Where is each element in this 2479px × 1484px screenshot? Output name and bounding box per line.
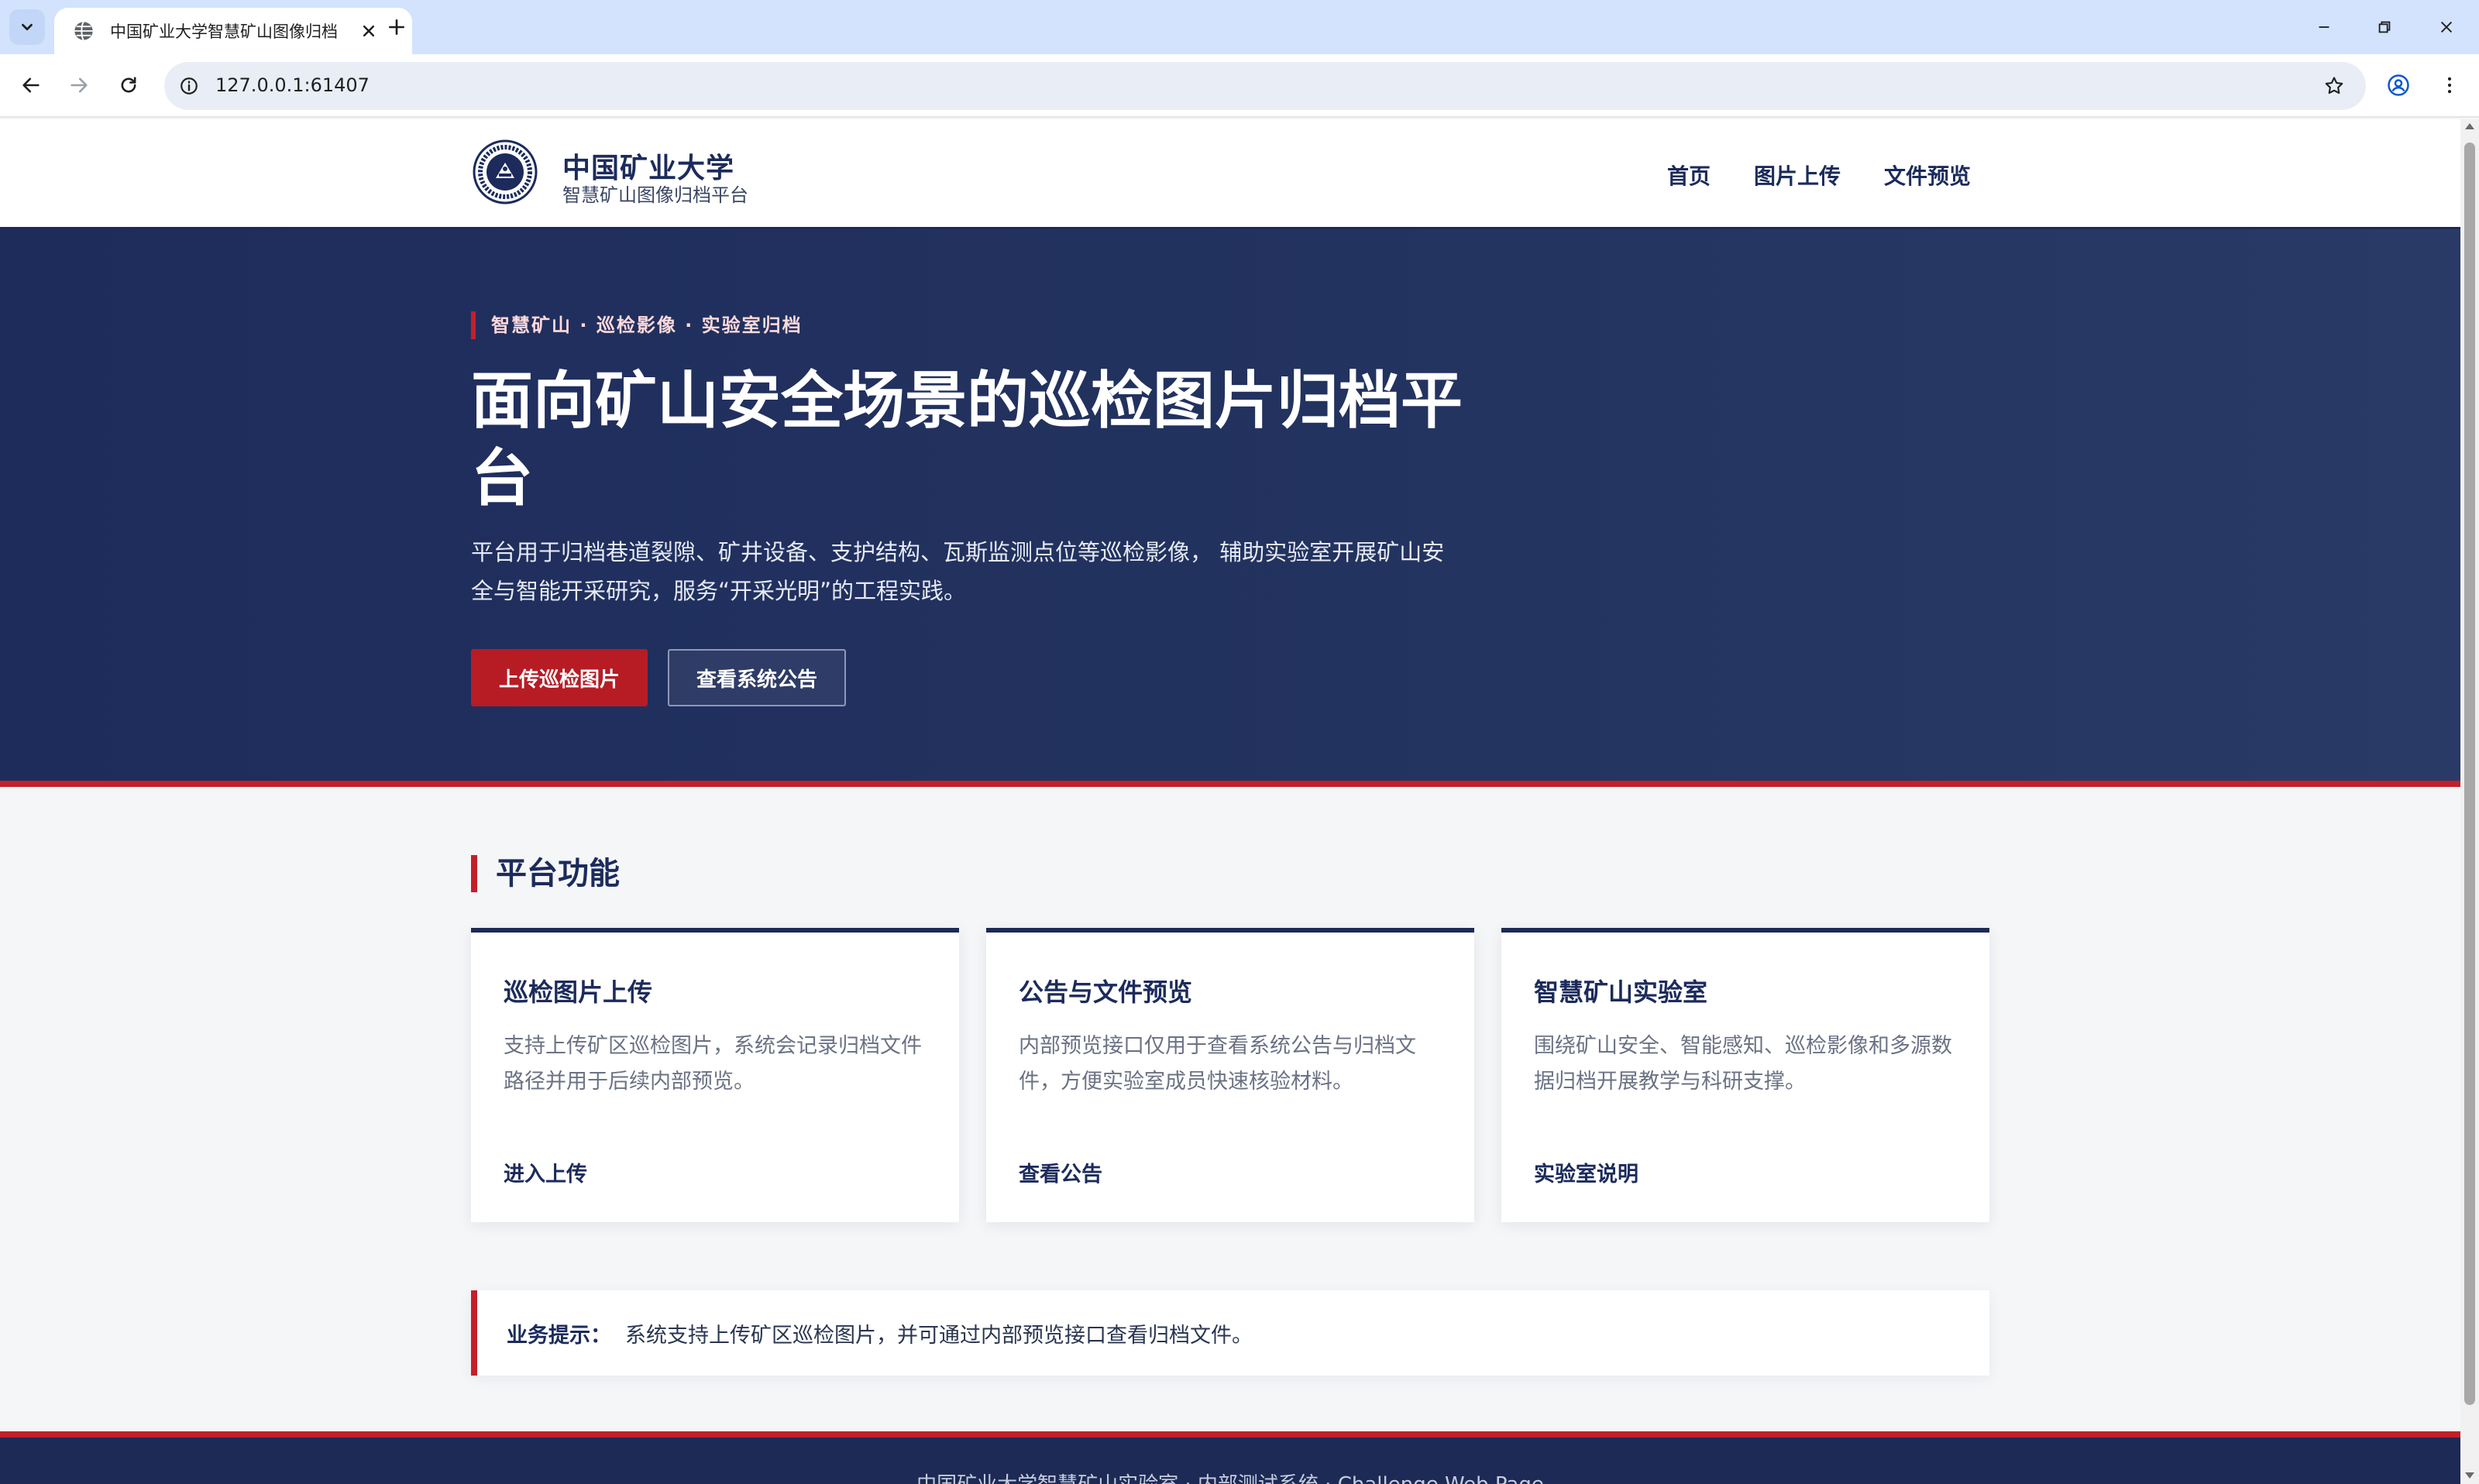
browser-tab-strip: 中国矿业大学智慧矿山图像归档	[0, 0, 2479, 54]
university-logo[interactable]	[473, 139, 538, 204]
globe-icon	[74, 21, 93, 41]
profile-icon	[2388, 74, 2409, 96]
browser-tab-active[interactable]: 中国矿业大学智慧矿山图像归档	[54, 8, 412, 54]
tab-search-button[interactable]	[9, 9, 45, 45]
page-scrollbar[interactable]	[2460, 119, 2479, 1484]
card-description: 支持上传矿区巡检图片，系统会记录归档文件路径并用于后续内部预览。	[504, 1034, 922, 1094]
site-footer: 中国矿业大学智慧矿山实验室 · 内部测试系统 · Challenge Web P…	[0, 1431, 2460, 1484]
browser-menu-button[interactable]	[2431, 67, 2468, 104]
card-description: 围绕矿山安全、智能感知、巡检影像和多源数据归档开展教学与科研支撑。	[1534, 1034, 1952, 1094]
card-title: 公告与文件预览	[1019, 977, 1193, 1007]
new-tab-button[interactable]	[380, 13, 414, 41]
upload-images-button[interactable]: 上传巡检图片	[471, 649, 648, 706]
restore-icon	[2378, 21, 2391, 33]
nav-image-upload[interactable]: 图片上传	[1754, 160, 1841, 191]
profile-button[interactable]	[2380, 67, 2417, 104]
reload-button[interactable]	[110, 67, 147, 104]
address-bar[interactable]: 127.0.0.1:61407	[164, 62, 2366, 110]
card-link-announcement[interactable]: 查看公告	[1019, 1157, 1102, 1187]
notice-text: 系统支持上传矿区巡检图片，并可通过内部预览接口查看归档文件。	[625, 1323, 1253, 1348]
hero-description: 平台用于归档巷道裂隙、矿井设备、支护结构、瓦斯监测点位等巡检影像， 辅助实验室开…	[471, 539, 1445, 604]
site-header: 中国矿业大学 智慧矿山图像归档平台 首页 图片上传 文件预览	[0, 119, 2460, 229]
tab-title: 中国矿业大学智慧矿山图像归档	[110, 22, 338, 41]
minimize-icon	[2319, 26, 2329, 28]
nav-file-preview[interactable]: 文件预览	[1884, 160, 1971, 191]
reload-icon	[121, 77, 136, 93]
page-viewport: 中国矿业大学 智慧矿山图像归档平台 首页 图片上传 文件预览 智慧矿山 · 巡检…	[0, 119, 2460, 1484]
main-nav: 首页 图片上传 文件预览	[1667, 160, 1971, 191]
tab-close-button[interactable]	[356, 19, 381, 43]
back-button[interactable]	[12, 67, 50, 104]
site-info-icon[interactable]	[175, 72, 203, 100]
brand-subtitle: 智慧矿山图像归档平台	[562, 184, 748, 206]
more-vertical-icon	[2447, 77, 2452, 94]
card-link-lab[interactable]: 实验室说明	[1534, 1157, 1638, 1187]
notice-label: 业务提示：	[507, 1323, 611, 1348]
feature-card-preview: 公告与文件预览 内部预览接口仅用于查看系统公告与归档文件，方便实验室成员快速核验…	[986, 928, 1474, 1222]
arrow-right-icon	[70, 77, 88, 93]
forward-button[interactable]	[60, 67, 98, 104]
feature-card-lab: 智慧矿山实验室 围绕矿山安全、智能感知、巡检影像和多源数据归档开展教学与科研支撑…	[1501, 928, 1989, 1222]
arrow-left-icon	[22, 77, 40, 93]
scroll-up-arrow-icon[interactable]	[2464, 121, 2476, 132]
scroll-down-arrow-icon[interactable]	[2464, 1470, 2476, 1481]
address-url[interactable]: 127.0.0.1:61407	[215, 74, 370, 96]
close-icon	[2440, 21, 2453, 33]
business-notice: 业务提示： 系统支持上传矿区巡检图片，并可通过内部预览接口查看归档文件。	[471, 1290, 1989, 1376]
footer-text: 中国矿业大学智慧矿山实验室 · 内部测试系统 · Challenge Web P…	[0, 1469, 2460, 1484]
minimize-button[interactable]	[2301, 9, 2347, 45]
feature-card-upload: 巡检图片上传 支持上传矿区巡检图片，系统会记录归档文件路径并用于后续内部预览。 …	[471, 928, 959, 1222]
close-icon	[363, 25, 375, 37]
bookmark-star-icon[interactable]	[2319, 71, 2349, 101]
scrollbar-thumb[interactable]	[2464, 143, 2475, 1405]
restore-button[interactable]	[2361, 9, 2408, 45]
view-announcement-button[interactable]: 查看系统公告	[668, 649, 846, 706]
hero-section: 智慧矿山 · 巡检影像 · 实验室归档 面向矿山安全场景的巡检图片归档平台 平台…	[0, 229, 2460, 787]
card-title: 巡检图片上传	[504, 977, 653, 1007]
browser-toolbar: 127.0.0.1:61407	[0, 54, 2479, 118]
card-link-upload[interactable]: 进入上传	[504, 1157, 587, 1187]
hero-kicker: 智慧矿山 · 巡检影像 · 实验室归档	[471, 311, 803, 339]
chevron-down-icon	[22, 23, 33, 31]
card-title: 智慧矿山实验室	[1534, 977, 1708, 1007]
card-description: 内部预览接口仅用于查看系统公告与归档文件，方便实验室成员快速核验材料。	[1019, 1034, 1416, 1094]
hero-title: 面向矿山安全场景的巡检图片归档平台	[471, 365, 1463, 514]
plus-icon	[389, 19, 404, 35]
close-window-button[interactable]	[2423, 9, 2470, 45]
nav-home[interactable]: 首页	[1667, 160, 1711, 191]
features-title: 平台功能	[471, 855, 620, 892]
